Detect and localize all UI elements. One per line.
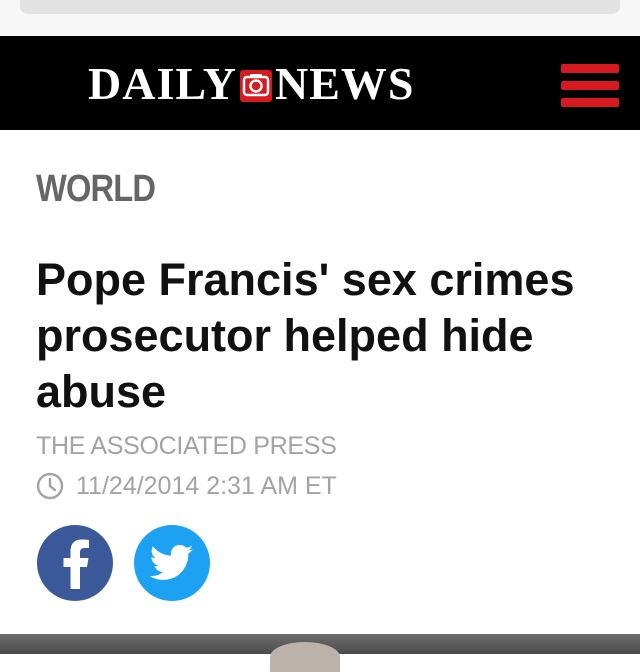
logo-text-daily: DAILY	[88, 58, 238, 109]
article-photo	[0, 634, 640, 672]
clock-icon	[36, 472, 64, 500]
facebook-icon	[63, 539, 89, 589]
timestamp-text: 11/24/2014 2:31 AM ET	[76, 471, 337, 500]
twitter-icon	[150, 544, 194, 580]
article-timestamp: 11/24/2014 2:31 AM ET	[36, 471, 337, 501]
site-header: DAILY NEWS	[0, 36, 640, 130]
section-label[interactable]: WORLD	[36, 168, 156, 211]
logo-text-news: NEWS	[275, 58, 415, 109]
camera-logo-icon	[240, 70, 273, 102]
facebook-share-button[interactable]	[37, 525, 113, 601]
daily-news-logo[interactable]: DAILY NEWS	[88, 60, 415, 108]
article-byline: THE ASSOCIATED PRESS	[36, 432, 337, 460]
browser-address-bar	[0, 0, 640, 36]
article-headline: Pope Francis' sex crimes prosecutor help…	[36, 254, 575, 417]
twitter-share-button[interactable]	[134, 525, 210, 601]
url-field[interactable]	[20, 0, 620, 14]
hamburger-menu-icon[interactable]	[561, 64, 619, 108]
